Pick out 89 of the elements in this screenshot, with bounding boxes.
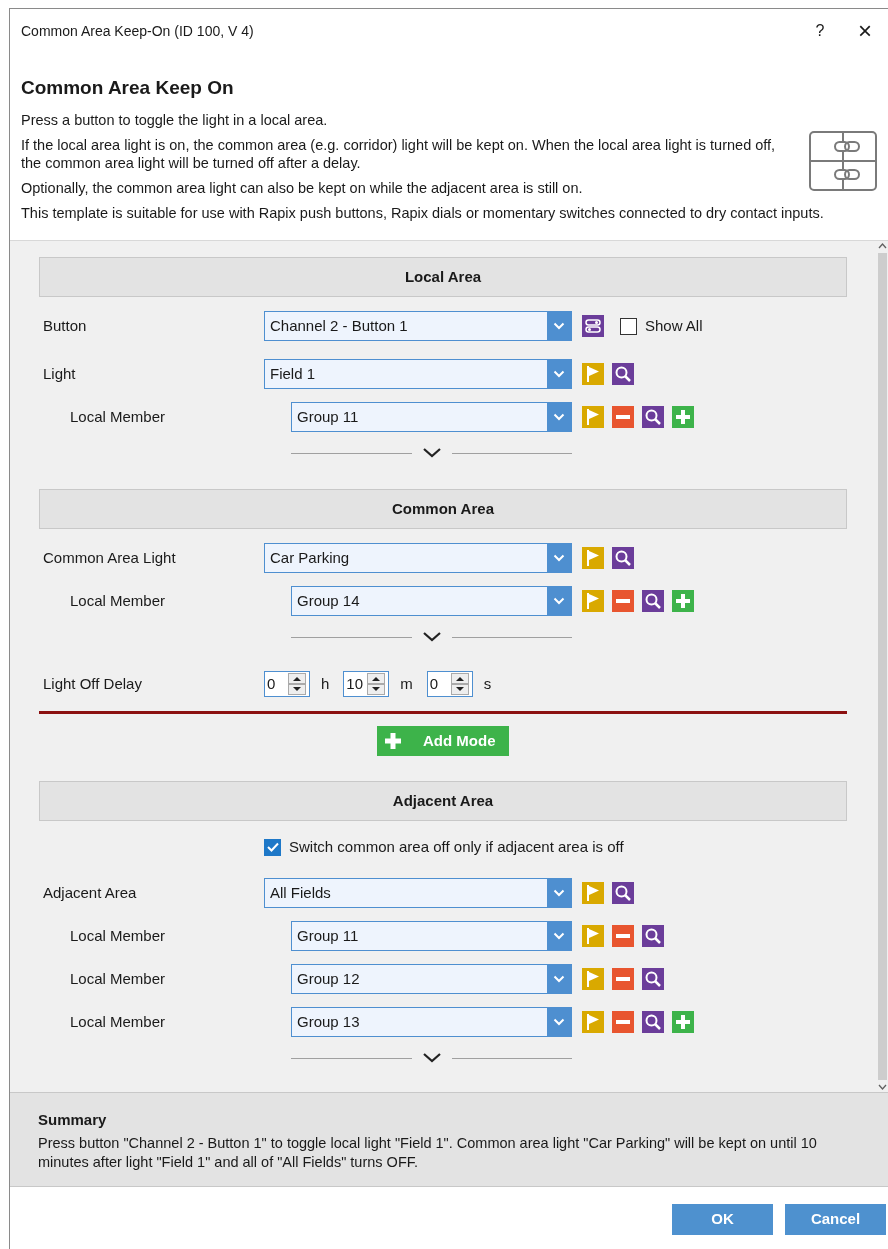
- plus-icon[interactable]: [672, 590, 694, 612]
- spin-box[interactable]: 0: [264, 671, 310, 697]
- heading: Common Area Keep On: [21, 76, 235, 100]
- field-label: Light Off Delay: [43, 673, 143, 694]
- plus-icon[interactable]: [672, 1011, 694, 1033]
- template-icon: [809, 130, 877, 191]
- close-button[interactable]: ×: [850, 19, 880, 43]
- checkbox[interactable]: [264, 838, 281, 856]
- expand-icon[interactable]: [421, 1052, 442, 1064]
- dropdown[interactable]: Field 1: [264, 359, 572, 389]
- minus-icon[interactable]: [612, 925, 634, 947]
- caret-icon[interactable]: [553, 370, 565, 378]
- unit-label: s: [483, 673, 492, 694]
- field-label: Local Member: [70, 1011, 167, 1032]
- minus-icon[interactable]: [612, 590, 634, 612]
- caret-icon[interactable]: [553, 975, 565, 983]
- window-title: Common Area Keep-On (ID 100, V 4): [21, 21, 255, 41]
- caret-icon[interactable]: [553, 932, 565, 940]
- checkbox-label: Show All: [645, 315, 703, 336]
- caret-icon[interactable]: [553, 1018, 565, 1026]
- unit-label: h: [321, 673, 330, 694]
- spinner-icon[interactable]: [367, 673, 386, 695]
- scroll-down-icon[interactable]: [878, 1082, 887, 1092]
- search-icon[interactable]: [612, 882, 634, 904]
- field-label: Local Member: [70, 406, 167, 427]
- scroll-up-icon[interactable]: [878, 241, 887, 251]
- check-icon: [266, 842, 279, 852]
- section-header: Common Area: [39, 489, 847, 529]
- summary-text: Press button "Channel 2 - Button 1" to toggle local light "Field 1". Common area light "Car Parking" will be kept on until 10 minutes after light "Field 1" and all of "All Fields" turns OFF.: [38, 1133, 818, 1172]
- minus-icon[interactable]: [612, 406, 634, 428]
- expand-icon[interactable]: [421, 631, 442, 643]
- search-icon[interactable]: [642, 968, 664, 990]
- checkbox[interactable]: [620, 317, 637, 335]
- dropdown[interactable]: Group 13: [291, 1007, 572, 1037]
- spin-box[interactable]: 10: [343, 671, 390, 697]
- flag-icon[interactable]: [582, 547, 604, 569]
- toggle-icon[interactable]: [582, 315, 604, 337]
- search-icon[interactable]: [612, 363, 634, 385]
- dropdown[interactable]: All Fields: [264, 878, 572, 908]
- search-icon[interactable]: [642, 590, 664, 612]
- field-label: Local Member: [70, 925, 167, 946]
- dropdown[interactable]: Group 12: [291, 964, 572, 994]
- spinner-icon[interactable]: [450, 673, 469, 695]
- caret-icon[interactable]: [553, 889, 565, 897]
- dropdown[interactable]: Group 11: [291, 402, 572, 432]
- scrollbar-thumb[interactable]: [878, 253, 887, 1080]
- flag-icon[interactable]: [582, 406, 604, 428]
- dropdown[interactable]: Group 11: [291, 921, 572, 951]
- description-text: Press a button to toggle the light in a local area.: [21, 110, 329, 129]
- field-label: Button: [43, 315, 88, 336]
- description-text: If the local area light is on, the common area (e.g. corridor) light will be kept on. When the local area light is turned off, the common area light will be turned off after a delay.: [21, 135, 777, 172]
- dropdown[interactable]: Channel 2 - Button 1: [264, 311, 572, 341]
- search-icon[interactable]: [642, 406, 664, 428]
- section-header: Local Area: [39, 257, 847, 297]
- caret-icon[interactable]: [553, 597, 565, 605]
- flag-icon[interactable]: [582, 1011, 604, 1033]
- flag-icon[interactable]: [582, 882, 604, 904]
- minus-icon[interactable]: [612, 1011, 634, 1033]
- summary-title: Summary: [38, 1110, 108, 1130]
- search-icon[interactable]: [642, 1011, 664, 1033]
- field-label: Light: [43, 363, 77, 384]
- flag-icon[interactable]: [582, 925, 604, 947]
- minus-icon[interactable]: [612, 968, 634, 990]
- dropdown[interactable]: Car Parking: [264, 543, 572, 573]
- field-label: Local Member: [70, 590, 167, 611]
- plus-icon: [385, 733, 401, 749]
- caret-icon[interactable]: [553, 413, 565, 421]
- flag-icon[interactable]: [582, 968, 604, 990]
- description-text: This template is suitable for use with Rapix push buttons, Rapix dials or momentary switches connected to dry contact inputs.: [21, 203, 825, 222]
- unit-label: m: [400, 673, 413, 694]
- spinner-icon[interactable]: [288, 673, 306, 695]
- field-label: Local Member: [70, 968, 167, 989]
- scrollbar[interactable]: [877, 241, 888, 1092]
- spin-box[interactable]: 0: [426, 671, 473, 697]
- help-button[interactable]: ?: [800, 19, 840, 43]
- search-icon[interactable]: [642, 925, 664, 947]
- expand-icon[interactable]: [421, 447, 442, 459]
- caret-icon[interactable]: [553, 554, 565, 562]
- plus-icon[interactable]: [672, 406, 694, 428]
- search-icon[interactable]: [612, 547, 634, 569]
- description-text: Optionally, the common area light can also be kept on while the adjacent area is still on.: [21, 178, 584, 197]
- dropdown[interactable]: Group 14: [291, 586, 572, 616]
- checkbox-label: Switch common area off only if adjacent area is off: [289, 836, 624, 857]
- flag-icon[interactable]: [582, 590, 604, 612]
- field-label: Common Area Light: [43, 547, 177, 568]
- field-label: Adjacent Area: [43, 882, 138, 903]
- section-header: Adjacent Area: [39, 781, 847, 821]
- flag-icon[interactable]: [582, 363, 604, 385]
- caret-icon[interactable]: [553, 322, 565, 330]
